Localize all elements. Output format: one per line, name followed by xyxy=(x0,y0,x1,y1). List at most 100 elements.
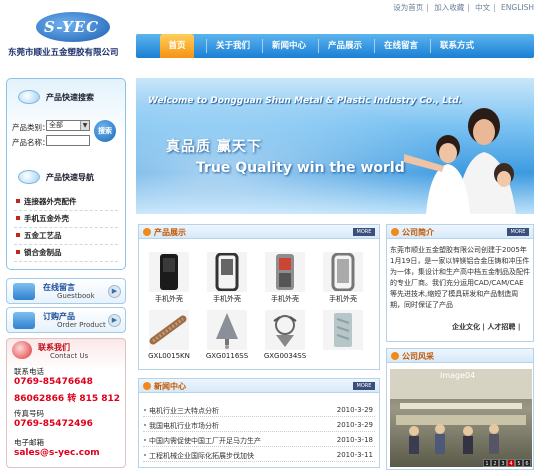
order-subtitle: Order Product xyxy=(57,321,106,329)
product-item[interactable]: GXG0116SS xyxy=(204,310,250,360)
cover-image xyxy=(334,313,352,347)
set-homepage-link[interactable]: 设为首页 xyxy=(393,3,423,12)
fax-label: 传真号码 xyxy=(14,409,44,418)
search-button[interactable]: 搜索 xyxy=(94,120,116,142)
photo-label: Image04 xyxy=(440,371,476,380)
arrow-right-icon: ▶ xyxy=(108,285,121,298)
products-more-button[interactable]: MORE xyxy=(353,228,375,236)
category-select-value: 全部 xyxy=(49,121,63,129)
slide-page-button[interactable]: 6 xyxy=(523,459,531,467)
contact-icon xyxy=(12,341,32,359)
culture-links[interactable]: 企业文化 | 人才招聘 | xyxy=(452,322,520,332)
cart-icon xyxy=(13,312,35,329)
company-style-title: 公司风采 xyxy=(402,352,434,361)
tree-ornament-image xyxy=(216,313,238,349)
fax-number: 0769-85472496 xyxy=(14,419,93,429)
slide-page-button[interactable]: 5 xyxy=(515,459,523,467)
product-caption: GXL0015KN xyxy=(148,352,190,360)
category-label: 产品类别： xyxy=(12,123,50,132)
phone-case-image xyxy=(160,254,178,290)
product-item[interactable]: 手机外壳 xyxy=(320,252,366,304)
product-item[interactable]: 手机外壳 xyxy=(146,252,192,304)
cloud-icon xyxy=(18,170,40,184)
product-item[interactable]: GXG0034SS xyxy=(262,310,308,360)
company-photo[interactable] xyxy=(390,369,532,467)
bullet-icon xyxy=(391,352,399,360)
products-title: 产品展示 xyxy=(154,228,186,237)
email-address[interactable]: sales@s-yec.com xyxy=(14,448,100,458)
nav-news[interactable]: 新闻中心 xyxy=(264,34,314,58)
banner-slogan-cn: 真品质 赢天下 xyxy=(166,139,262,155)
email-label: 电子邮箱 xyxy=(14,438,44,447)
family-photo xyxy=(404,108,516,214)
product-nav-title: 产品快速导航 xyxy=(46,173,94,182)
category-select[interactable]: 全部 ▼ xyxy=(46,120,90,131)
product-nav-item[interactable]: 五金工艺品 xyxy=(14,230,118,245)
product-nav-item[interactable]: 手机五金外壳 xyxy=(14,213,118,228)
news-panel: 新闻中心 MORE 电机行业三大特点分析 2010-3-29 我国电机行业市场分… xyxy=(138,378,380,468)
cloud-icon xyxy=(18,90,40,104)
guestbook-button[interactable]: 在线留言 Guestbook ▶ xyxy=(6,278,126,304)
slide-page-button[interactable]: 4 xyxy=(507,459,515,467)
add-favorite-link[interactable]: 加入收藏 xyxy=(434,3,464,12)
news-more-button[interactable]: MORE xyxy=(353,382,375,390)
news-date: 2010-3-29 xyxy=(336,406,373,414)
news-link[interactable]: 中国内需促使中国工厂开足马力生产 xyxy=(149,436,261,446)
nav-products[interactable]: 产品展示 xyxy=(320,34,370,58)
bullet-icon xyxy=(143,382,151,390)
main-nav: 首页 关于我们 新闻中心 产品展示 在线留言 联系方式 xyxy=(136,34,534,58)
slide-page-button[interactable]: 3 xyxy=(499,459,507,467)
nav-home[interactable]: 首页 xyxy=(160,34,194,58)
bracelet-image xyxy=(149,315,187,345)
slide-page-button[interactable]: 1 xyxy=(483,459,491,467)
bullet-icon xyxy=(143,228,151,236)
english-link[interactable]: ENGLISH xyxy=(501,3,534,12)
search-title: 产品快速搜索 xyxy=(46,93,94,102)
nav-guestbook[interactable]: 在线留言 xyxy=(376,34,426,58)
phone-2: 86062866 转 815 812 xyxy=(14,394,121,404)
news-link[interactable]: 工程机械企业国际化拓展步伐加快 xyxy=(149,451,254,461)
product-name-input[interactable] xyxy=(46,135,90,146)
intro-title: 公司简介 xyxy=(402,228,434,237)
product-nav-item[interactable]: 锁合金制品 xyxy=(14,247,118,262)
product-caption: GXG0116SS xyxy=(205,352,249,360)
news-row: 工程机械企业国际化拓展步伐加快 2010-3-11 xyxy=(143,450,375,462)
intro-text: 东莞市顺业五金塑胶有限公司创建于2005年1月19日，是一家以锌镁铝合金压铸和冲… xyxy=(390,246,530,309)
bullet-icon xyxy=(391,228,399,236)
guestbook-subtitle: Guestbook xyxy=(57,292,95,300)
logo-text: S-YEC xyxy=(44,18,100,36)
product-item[interactable] xyxy=(320,310,366,352)
ornament-image xyxy=(273,315,297,347)
banner-slogan-en: True Quality win the world xyxy=(196,160,405,176)
news-link[interactable]: 电机行业三大特点分析 xyxy=(149,406,219,416)
message-icon xyxy=(13,283,35,300)
nav-contact[interactable]: 联系方式 xyxy=(432,34,482,58)
news-date: 2010-3-11 xyxy=(336,451,373,459)
product-caption: 手机外壳 xyxy=(213,295,241,303)
contact-subtitle: Contact Us xyxy=(50,352,89,360)
nav-about[interactable]: 关于我们 xyxy=(208,34,258,58)
product-nav-item[interactable]: 连接器外壳配件 xyxy=(14,196,118,211)
arrow-right-icon: ▶ xyxy=(108,314,121,327)
product-caption: 手机外壳 xyxy=(271,295,299,303)
chinese-link[interactable]: 中文 xyxy=(475,3,490,12)
news-link[interactable]: 我国电机行业市场分析 xyxy=(149,421,219,431)
product-caption: GXG0034SS xyxy=(263,352,307,360)
news-date: 2010-3-18 xyxy=(336,436,373,444)
order-button[interactable]: 订购产品 Order Product ▶ xyxy=(6,307,126,333)
product-item[interactable]: 手机外壳 xyxy=(262,252,308,304)
workshop-image xyxy=(390,369,532,454)
top-links: 设为首页 | 加入收藏 | 中文 | ENGLISH xyxy=(393,3,534,12)
intro-more-button[interactable]: MORE xyxy=(507,228,529,236)
company-name: 东莞市顺业五金塑胶有限公司 xyxy=(8,48,119,58)
product-caption: 手机外壳 xyxy=(329,295,357,303)
product-item[interactable]: 手机外壳 xyxy=(204,252,250,304)
news-row: 中国内需促使中国工厂开足马力生产 2010-3-18 xyxy=(143,435,375,447)
product-name-label: 产品名称： xyxy=(12,138,50,147)
product-item[interactable]: GXL0015KN xyxy=(146,310,192,360)
news-date: 2010-3-29 xyxy=(336,421,373,429)
slide-page-button[interactable]: 2 xyxy=(491,459,499,467)
product-caption: 手机外壳 xyxy=(155,295,183,303)
news-title: 新闻中心 xyxy=(154,382,186,391)
phone-case-image xyxy=(215,253,239,291)
